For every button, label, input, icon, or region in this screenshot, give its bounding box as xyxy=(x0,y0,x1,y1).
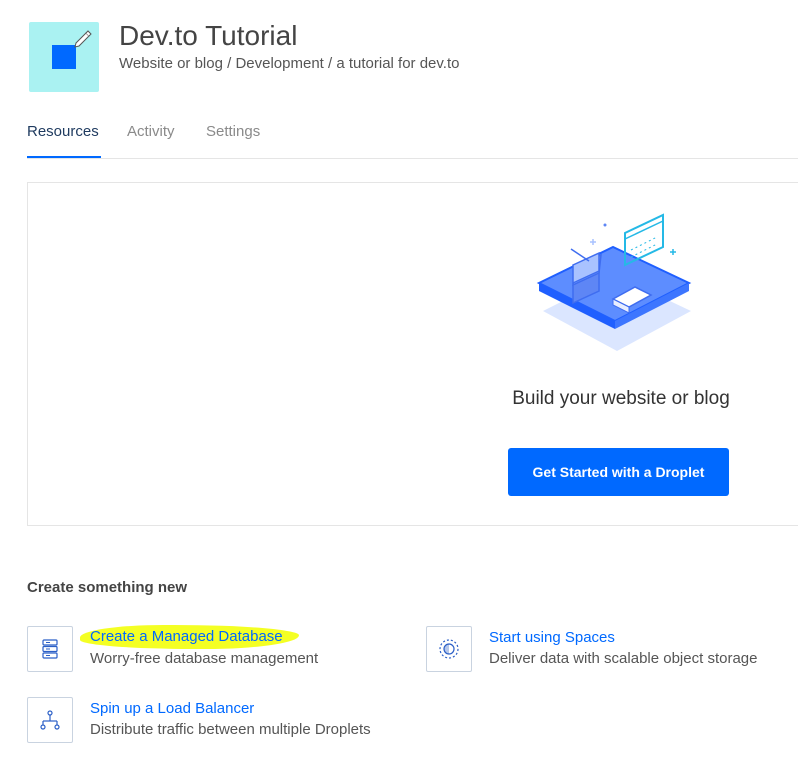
page-title: Dev.to Tutorial xyxy=(119,20,298,51)
create-section-title: Create something new xyxy=(27,579,188,596)
project-square-icon xyxy=(52,45,76,69)
create-managed-database-link[interactable]: Create a Managed Database xyxy=(80,625,299,649)
database-icon[interactable] xyxy=(27,626,73,672)
isometric-platform-illustration xyxy=(536,213,692,351)
database-description: Worry-free database management xyxy=(90,650,319,667)
getting-started-card: Build your website or blog Get Started w… xyxy=(27,182,798,526)
tab-resources[interactable]: Resources xyxy=(27,120,99,144)
spin-up-load-balancer-link[interactable]: Spin up a Load Balancer xyxy=(90,700,254,718)
tab-bar: Resources Activity Settings xyxy=(27,120,798,159)
tab-settings[interactable]: Settings xyxy=(206,120,260,144)
breadcrumb: Website or blog / Development / a tutori… xyxy=(119,55,460,72)
pencil-icon xyxy=(74,30,92,48)
spaces-description: Deliver data with scalable object storag… xyxy=(489,650,758,667)
highlight-mark: Create a Managed Database xyxy=(80,625,299,649)
load-balancer-icon[interactable] xyxy=(27,697,73,743)
start-using-spaces-link[interactable]: Start using Spaces xyxy=(489,629,615,647)
hero-heading: Build your website or blog xyxy=(512,388,730,409)
tab-activity[interactable]: Activity xyxy=(127,120,175,144)
active-tab-indicator xyxy=(27,156,101,158)
project-icon xyxy=(29,22,99,92)
get-started-droplet-button[interactable]: Get Started with a Droplet xyxy=(508,448,729,496)
spaces-icon[interactable] xyxy=(426,626,472,672)
load-balancer-description: Distribute traffic between multiple Drop… xyxy=(90,721,371,738)
